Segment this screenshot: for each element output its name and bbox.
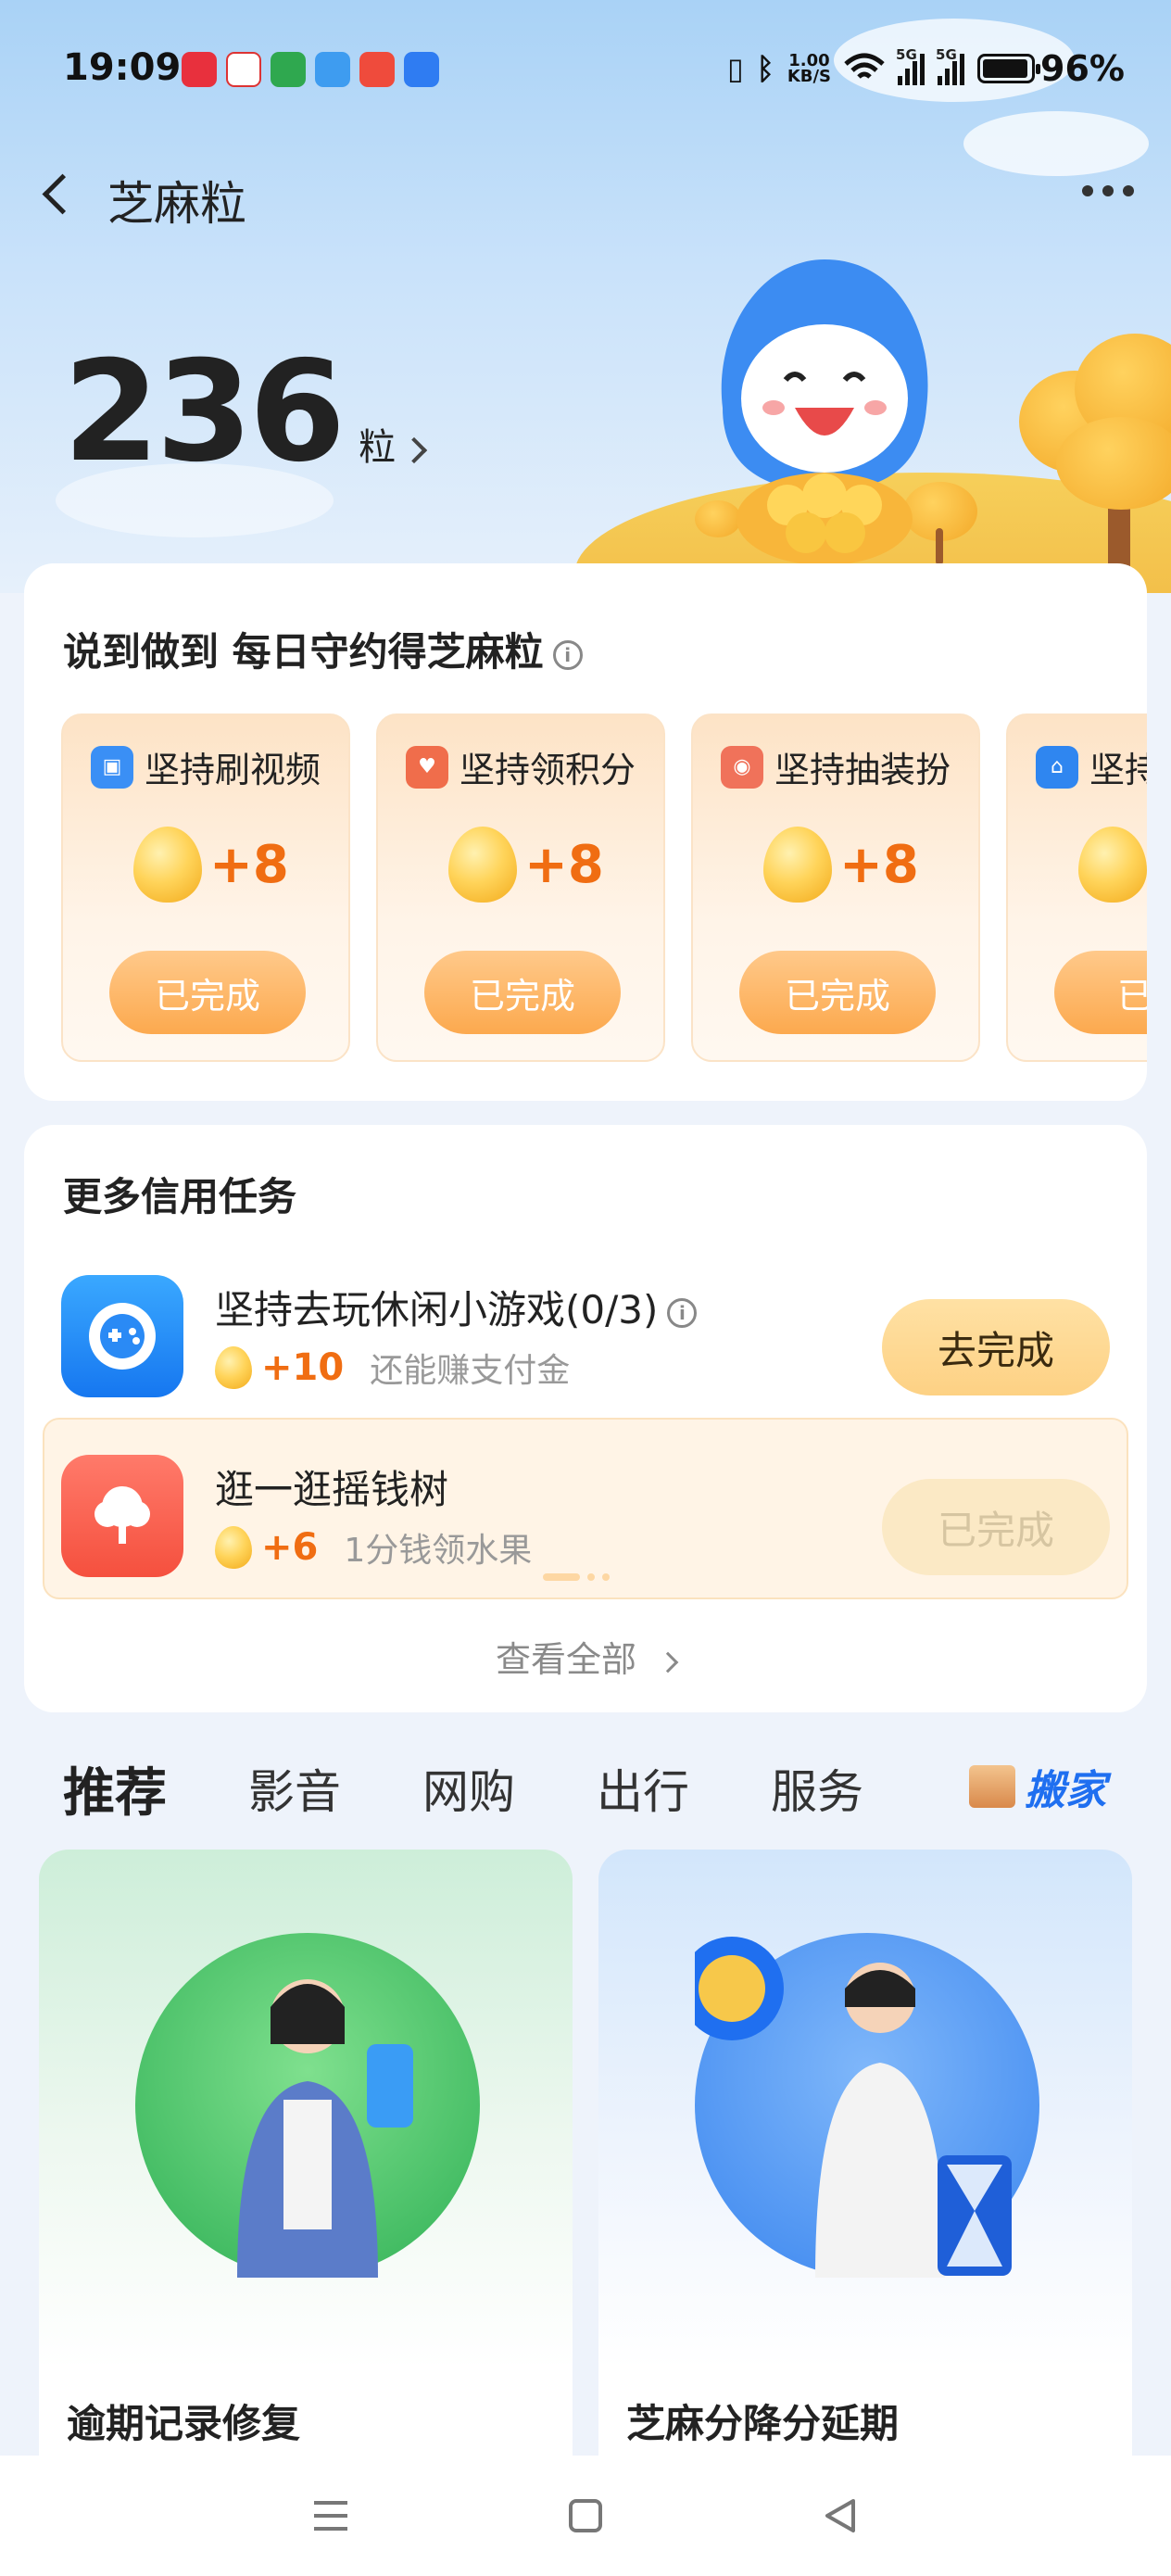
info-icon[interactable]: i <box>552 639 583 670</box>
view-all-link[interactable]: 查看全部 <box>24 1631 1147 1682</box>
tab-shopping[interactable]: 网购 <box>422 1755 515 1822</box>
completed-button[interactable]: 已完成 <box>109 951 306 1034</box>
task-tile-partial[interactable]: ⌂ 坚持 已完 <box>1006 713 1147 1062</box>
recommend-title: 芝麻分降分延期 <box>626 2401 900 2446</box>
daily-card-title: 说到做到 每日守约得芝麻粒 i <box>63 621 583 677</box>
page-title: 芝麻粒 <box>107 177 246 231</box>
repair-illustration <box>135 1933 480 2278</box>
more-options-button[interactable] <box>1082 185 1134 196</box>
nav-bar: 芝麻粒 <box>0 148 1171 241</box>
task-tile-video[interactable]: ▣ 坚持刷视频 +8 已完成 <box>61 713 350 1062</box>
chevron-right-icon <box>400 436 428 464</box>
task-tiles: ▣ 坚持刷视频 +8 已完成 ♥ 坚持领积分 +8 已完成 ◉ 坚持抽装扮 +8… <box>61 713 1147 1062</box>
tab-moving[interactable]: 搬家 <box>969 1757 1106 1816</box>
mail-icon <box>226 52 261 87</box>
task-desc: 1分钱领水果 <box>344 1532 533 1570</box>
battery: 96% <box>977 48 1125 89</box>
status-time: 19:09 <box>63 46 182 89</box>
task-title: 坚持去玩休闲小游戏(0/3) <box>215 1287 659 1332</box>
status-bar: 19:09 ▯ ᛒ 1.00 KB/S 5G 5G 96% <box>0 0 1171 139</box>
sesame-coin-icon <box>1078 827 1147 903</box>
gift-icon: ♥ <box>406 745 448 789</box>
game-app-icon <box>61 1275 183 1397</box>
sesame-coin-icon <box>763 827 832 903</box>
credit-card-title: 更多信用任务 <box>63 1174 297 1219</box>
defer-illustration <box>680 1933 1039 2278</box>
completed-button[interactable]: 已完 <box>1054 951 1147 1034</box>
task-tile-decor[interactable]: ◉ 坚持抽装扮 +8 已完成 <box>691 713 980 1062</box>
task-desc: 还能赚支付金 <box>370 1352 571 1390</box>
sesame-coin-icon <box>215 1526 252 1569</box>
task-tile-points[interactable]: ♥ 坚持领积分 +8 已完成 <box>376 713 665 1062</box>
system-navigation-bar <box>0 2456 1171 2576</box>
back-triangle-icon[interactable] <box>803 2479 877 2553</box>
tab-recommend[interactable]: 推荐 <box>63 1751 167 1826</box>
battery-icon <box>977 54 1041 83</box>
home-icon: ⌂ <box>1036 745 1078 789</box>
points-unit: 粒 <box>359 426 397 469</box>
notification-icons <box>182 52 439 87</box>
bluetooth-icon: ᛒ <box>756 51 774 86</box>
vibrate-icon: ▯ <box>727 51 744 86</box>
points-summary[interactable]: 236 粒 <box>63 332 428 493</box>
completed-button[interactable]: 已完成 <box>739 951 936 1034</box>
oppo-icon <box>271 52 306 87</box>
money-tree-icon <box>61 1455 183 1577</box>
video-icon: ▣ <box>91 745 133 789</box>
wifi-icon <box>844 53 885 79</box>
category-tabs: 推荐 影音 网购 出行 服务 <box>63 1742 945 1835</box>
back-button[interactable] <box>33 167 89 222</box>
task-reward: +10 <box>261 1346 345 1389</box>
app-red-icon <box>182 52 217 87</box>
mascot-illustration <box>721 259 928 565</box>
net-speed: 1.00 KB/S <box>787 51 832 86</box>
task-row-game[interactable]: 坚持去玩休闲小游戏(0/3) i +10 还能赚支付金 去完成 <box>24 1247 1147 1414</box>
tab-media[interactable]: 影音 <box>248 1755 341 1822</box>
status-right: ▯ ᛒ 1.00 KB/S 5G 5G 96% <box>727 46 1125 89</box>
signal-icon-1: 5G <box>896 46 925 85</box>
completed-button[interactable]: 已完成 <box>882 1479 1110 1575</box>
chevron-right-icon <box>657 1651 679 1673</box>
moving-box-icon <box>969 1765 1015 1808</box>
tab-travel[interactable]: 出行 <box>597 1755 689 1822</box>
completed-button[interactable]: 已完成 <box>424 951 621 1034</box>
carousel-dots <box>543 1573 610 1581</box>
task-reward: +6 <box>261 1526 319 1569</box>
weather-icon <box>315 52 350 87</box>
credit-tasks-card: 更多信用任务 坚持去玩休闲小游戏(0/3) i +10 还能赚支付金 去完成 逛… <box>24 1125 1147 1712</box>
sesame-coin-icon <box>133 827 202 903</box>
task-row-money-tree[interactable]: 逛一逛摇钱树 +6 1分钱领水果 已完成 <box>24 1427 1147 1594</box>
news-icon <box>359 52 395 87</box>
tab-services[interactable]: 服务 <box>771 1755 863 1822</box>
decor-icon: ◉ <box>721 745 763 789</box>
recommend-title: 逾期记录修复 <box>67 2401 301 2446</box>
task-title: 逛一逛摇钱树 <box>215 1467 449 1512</box>
go-complete-button[interactable]: 去完成 <box>882 1299 1110 1395</box>
signal-icon-2: 5G <box>936 46 965 85</box>
info-icon[interactable]: i <box>667 1297 698 1328</box>
home-icon[interactable] <box>548 2479 623 2553</box>
sesame-coin-icon <box>215 1346 252 1389</box>
daily-commitment-card: 说到做到 每日守约得芝麻粒 i ▣ 坚持刷视频 +8 已完成 ♥ 坚持领积分 +8… <box>24 563 1147 1101</box>
sesame-coin-icon <box>448 827 517 903</box>
browser-icon <box>404 52 439 87</box>
points-value: 236 <box>63 332 346 493</box>
menu-icon[interactable] <box>294 2479 368 2553</box>
